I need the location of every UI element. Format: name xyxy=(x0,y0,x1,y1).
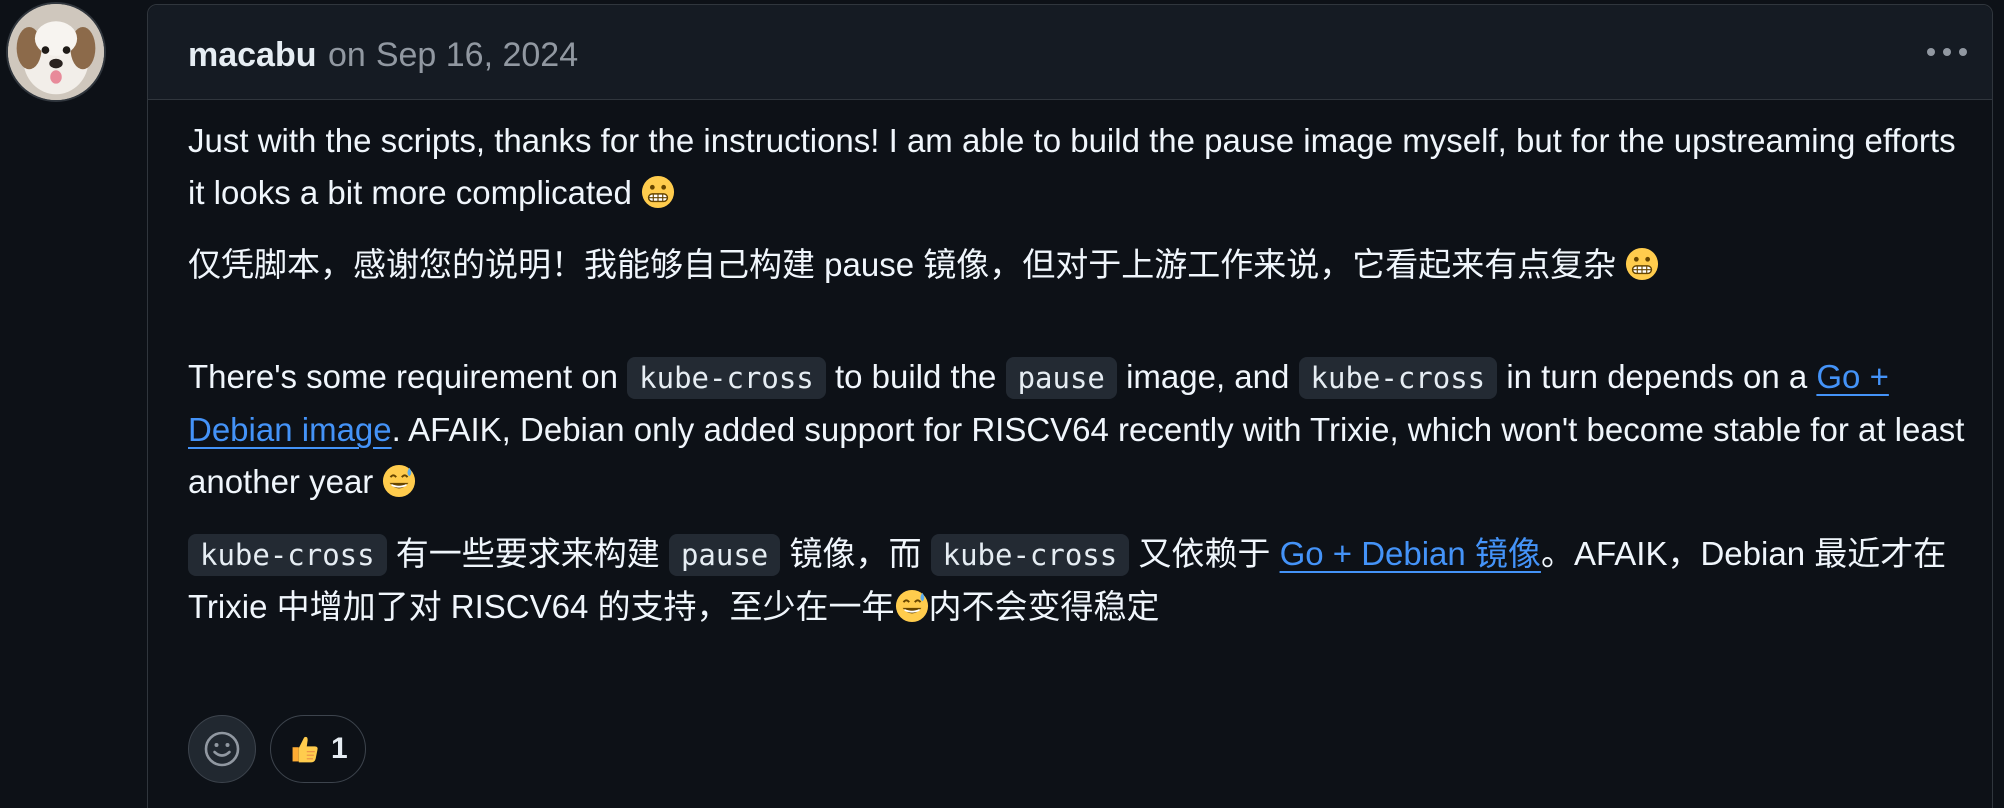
paragraph-text: to build the xyxy=(834,358,997,395)
paragraph-text: 仅凭脚本，感谢您的说明！我能够自己构建 pause 镜像，但对于上游工作来说，它… xyxy=(188,246,1617,283)
comment-timestamp[interactable]: on Sep 16, 2024 xyxy=(328,36,578,75)
reaction-count: 1 xyxy=(331,732,348,765)
timestamp-date: Sep 16, 2024 xyxy=(375,36,579,74)
paragraph-text: image, and xyxy=(1126,358,1290,395)
paragraph-text: 镜像，而 xyxy=(789,535,922,572)
comment-body: Just with the scripts, thanks for the in… xyxy=(188,115,1968,633)
author-link[interactable]: macabu xyxy=(188,36,317,75)
inline-code-kube-cross: kube-cross xyxy=(627,357,826,399)
smiley-icon xyxy=(204,731,240,767)
go-debian-image-link-zh[interactable]: Go + Debian 镜像 xyxy=(1280,535,1541,572)
comment-box: macabu on Sep 16, 2024 Just with the scri… xyxy=(147,4,1993,808)
paragraph-text: 又依赖于 xyxy=(1138,535,1271,572)
grinning-sweat-emoji xyxy=(383,465,416,498)
timestamp-prefix: on xyxy=(328,36,366,74)
grimacing-face-emoji xyxy=(641,176,675,209)
paragraph-english-1: Just with the scripts, thanks for the in… xyxy=(188,115,1968,219)
paragraph-text: Just with the scripts, thanks for the in… xyxy=(188,122,1956,211)
paragraph-chinese-2: kube-cross 有一些要求来构建 pause 镜像，而 kube-cros… xyxy=(188,528,1968,633)
paragraph-chinese-1: 仅凭脚本，感谢您的说明！我能够自己构建 pause 镜像，但对于上游工作来说，它… xyxy=(188,239,1968,291)
thumbs-up-emoji xyxy=(292,736,318,763)
paragraph-text: in turn depends on a xyxy=(1506,358,1808,395)
comment-header: macabu on Sep 16, 2024 xyxy=(148,5,1992,100)
paragraph-text: 内不会变得稳定 xyxy=(928,588,1160,625)
avatar[interactable] xyxy=(6,2,106,102)
inline-code-kube-cross: kube-cross xyxy=(930,534,1130,576)
grinning-sweat-emoji xyxy=(895,590,928,623)
inline-code-kube-cross: kube-cross xyxy=(1298,357,1498,399)
kebab-horizontal-icon[interactable] xyxy=(1924,35,1970,69)
add-reaction-button[interactable] xyxy=(188,715,256,783)
inline-code-pause: pause xyxy=(1005,357,1117,399)
paragraph-english-2: There's some requirement on kube-cross t… xyxy=(188,351,1968,508)
inline-code-kube-cross: kube-cross xyxy=(188,534,387,576)
paragraph-text: There's some requirement on xyxy=(188,358,618,395)
inline-code-pause: pause xyxy=(668,534,781,576)
paragraph-text: . AFAIK, Debian only added support for R… xyxy=(188,411,1965,500)
thumbs-up-reaction-button[interactable]: 1 xyxy=(270,715,366,783)
dog-avatar-image xyxy=(8,4,104,100)
grimacing-face-emoji xyxy=(1626,248,1659,281)
paragraph-text: 有一些要求来构建 xyxy=(395,535,660,572)
comment-thread-item: macabu on Sep 16, 2024 Just with the scri… xyxy=(0,0,2004,808)
